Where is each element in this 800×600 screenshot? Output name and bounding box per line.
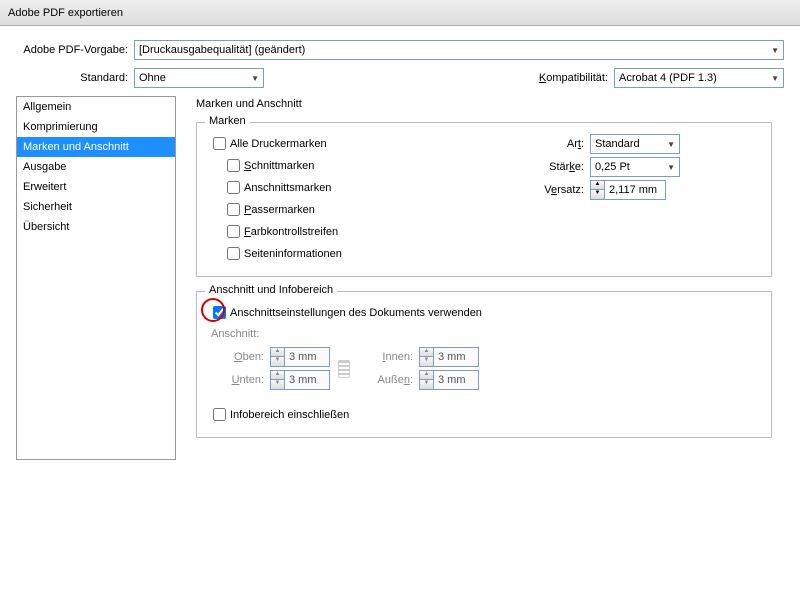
innen-label: Innen: [358, 351, 413, 363]
sidebar-item-übersicht[interactable]: Übersicht [17, 217, 175, 237]
dialog-content: Adobe PDF-Vorgabe: [Druckausgabequalität… [0, 26, 800, 460]
window-title: Adobe PDF exportieren [8, 7, 123, 19]
sidebar-item-sicherheit[interactable]: Sicherheit [17, 197, 175, 217]
bleed-legend: Anschnitt und Infobereich [205, 284, 337, 296]
anschnitt-label: Anschnitt: [211, 328, 759, 340]
standard-dropdown[interactable]: Ohne ▼ [134, 68, 264, 88]
compat-value: Acrobat 4 (PDF 1.3) [619, 72, 717, 84]
oben-spinner: ▲▼ [270, 347, 330, 367]
passermarken-checkbox[interactable]: Passermarken [223, 200, 529, 219]
versatz-input[interactable] [605, 181, 665, 199]
anschnittsmarken-checkbox[interactable]: Anschnittsmarken [223, 178, 529, 197]
unten-label: Unten: [209, 374, 264, 386]
main-panel: Marken und Anschnitt Marken Alle Drucker… [176, 96, 784, 460]
chevron-down-icon: ▼ [771, 46, 779, 55]
aussen-spinner: ▲▼ [419, 370, 479, 390]
staerke-dropdown[interactable]: 0,25 Pt ▼ [590, 157, 680, 177]
spin-down-icon[interactable]: ▼ [591, 190, 605, 199]
staerke-label: Stärke: [529, 161, 584, 173]
sidebar-item-komprimierung[interactable]: Komprimierung [17, 117, 175, 137]
aussen-label: Außen: [358, 374, 413, 386]
art-label: Art: [529, 138, 584, 150]
use-doc-bleed-checkbox[interactable]: Anschnittseinstellungen des Dokuments ve… [209, 303, 759, 322]
oben-label: Oben: [209, 351, 264, 363]
bleed-group: Anschnitt und Infobereich Anschnittseins… [196, 291, 772, 438]
sidebar-item-allgemein[interactable]: Allgemein [17, 97, 175, 117]
compat-label: Kompatibilität: [539, 72, 614, 84]
chevron-down-icon: ▼ [251, 74, 259, 83]
seiteninfo-checkbox[interactable]: Seiteninformationen [223, 244, 529, 263]
all-marks-checkbox[interactable]: Alle Druckermarken [209, 134, 529, 153]
sidebar-item-ausgabe[interactable]: Ausgabe [17, 157, 175, 177]
compat-dropdown[interactable]: Acrobat 4 (PDF 1.3) ▼ [614, 68, 784, 88]
preset-value: [Druckausgabequalität] (geändert) [139, 44, 305, 56]
standard-value: Ohne [139, 72, 166, 84]
link-icon [338, 360, 350, 378]
schnittmarken-checkbox[interactable]: Schnittmarken [223, 156, 529, 175]
sidebar-item-marken-und-anschnitt[interactable]: Marken und Anschnitt [17, 137, 175, 157]
standard-label: Standard: [16, 72, 134, 84]
section-heading: Marken und Anschnitt [196, 98, 772, 110]
farbkontroll-checkbox[interactable]: Farbkontrollstreifen [223, 222, 529, 241]
unten-spinner: ▲▼ [270, 370, 330, 390]
titlebar: Adobe PDF exportieren [0, 0, 800, 26]
versatz-spinner[interactable]: ▲▼ [590, 180, 666, 200]
infobereich-checkbox[interactable]: Infobereich einschließen [209, 405, 759, 424]
checkbox-input[interactable] [213, 306, 226, 319]
marks-group: Marken Alle Druckermarken Schnittmarken … [196, 122, 772, 277]
marks-legend: Marken [205, 115, 250, 127]
versatz-label: Versatz: [529, 184, 584, 196]
art-dropdown[interactable]: Standard ▼ [590, 134, 680, 154]
category-sidebar: AllgemeinKomprimierungMarken und Anschni… [16, 96, 176, 460]
checkbox-input[interactable] [213, 137, 226, 150]
preset-dropdown[interactable]: [Druckausgabequalität] (geändert) ▼ [134, 40, 784, 60]
sidebar-item-erweitert[interactable]: Erweitert [17, 177, 175, 197]
preset-row: Adobe PDF-Vorgabe: [Druckausgabequalität… [16, 40, 784, 60]
preset-label: Adobe PDF-Vorgabe: [16, 44, 134, 56]
spin-up-icon[interactable]: ▲ [591, 181, 605, 190]
innen-spinner: ▲▼ [419, 347, 479, 367]
standard-compat-row: Standard: Ohne ▼ Kompatibilität: Acrobat… [16, 68, 784, 88]
chevron-down-icon: ▼ [667, 140, 675, 149]
chevron-down-icon: ▼ [667, 163, 675, 172]
chevron-down-icon: ▼ [771, 74, 779, 83]
